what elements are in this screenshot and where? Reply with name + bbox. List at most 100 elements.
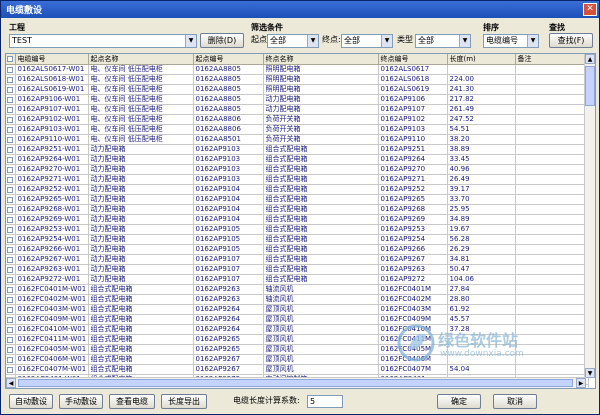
table-cell[interactable]: 动力配电箱	[88, 184, 194, 195]
table-row[interactable]: 0162AP9110-W01 电、仪车间 低压配电柜 0162AA8501 负荷开关箱…	[6, 134, 589, 145]
table-cell[interactable]: 轴流风机	[263, 294, 379, 305]
table-cell[interactable]: 0162AA8501	[193, 134, 264, 145]
table-cell[interactable]: 组合式配电箱	[88, 294, 194, 305]
close-icon[interactable]: ✕	[583, 3, 597, 16]
row-checkbox[interactable]	[6, 174, 16, 185]
table-cell[interactable]: 0162AP9265	[193, 344, 264, 355]
row-checkbox[interactable]	[6, 214, 16, 225]
table-cell[interactable]	[447, 64, 516, 75]
row-checkbox[interactable]	[6, 144, 16, 155]
table-cell[interactable]	[515, 224, 586, 235]
table-cell[interactable]: 0162AP9252	[378, 184, 448, 195]
column-header[interactable]: 长度(m)	[447, 54, 516, 65]
row-checkbox[interactable]	[6, 274, 16, 285]
table-cell[interactable]: 屋顶风机	[263, 314, 379, 325]
table-cell[interactable]: 0162AP9266-W01	[15, 244, 89, 255]
table-cell[interactable]: 104.06	[447, 274, 516, 285]
table-cell[interactable]: 组合式配电箱	[88, 304, 194, 315]
table-cell[interactable]: 0162AP9269	[378, 214, 448, 225]
table-cell[interactable]: 0162AP9270	[378, 164, 448, 175]
table-cell[interactable]: 0162AP9107	[193, 264, 264, 275]
row-checkbox[interactable]	[6, 334, 16, 345]
row-checkbox[interactable]	[6, 314, 16, 325]
table-cell[interactable]: 组合式配电箱	[88, 284, 194, 295]
table-cell[interactable]	[515, 214, 586, 225]
table-row[interactable]: 0162AP9269-W01 动力配电箱 0162AP9104 组合式配电箱 0162A…	[6, 214, 589, 225]
table-cell[interactable]	[515, 234, 586, 245]
table-cell[interactable]	[515, 274, 586, 285]
table-cell[interactable]: 50.47	[447, 264, 516, 275]
table-cell[interactable]	[515, 264, 586, 275]
table-cell[interactable]: 组合式配电箱	[263, 234, 379, 245]
table-cell[interactable]: 动力配电箱	[88, 254, 194, 265]
table-row[interactable]: 0162AP9103-W01 电、仪车间 低压配电柜 0162AA8806 负荷开关箱…	[6, 124, 589, 135]
row-checkbox[interactable]	[6, 344, 16, 355]
table-cell[interactable]: 0162AP9104	[193, 204, 264, 215]
table-cell[interactable]: 组合式配电箱	[263, 274, 379, 285]
row-checkbox[interactable]	[6, 74, 16, 85]
row-checkbox[interactable]	[6, 184, 16, 195]
table-cell[interactable]: 屋顶风机	[263, 324, 379, 335]
table-cell[interactable]: 0162AP9103	[378, 124, 448, 135]
row-checkbox[interactable]	[6, 134, 16, 145]
table-cell[interactable]: 动力配电箱	[88, 234, 194, 245]
row-checkbox[interactable]	[6, 204, 16, 215]
table-row[interactable]: 0162AP9264-W01 动力配电箱 0162AP9103 组合式配电箱 0162A…	[6, 154, 589, 165]
table-cell[interactable]: 27.84	[447, 284, 516, 295]
row-checkbox[interactable]	[6, 224, 16, 235]
table-cell[interactable]: 0162AP9103	[193, 164, 264, 175]
export-length-button[interactable]: 长度导出	[161, 394, 207, 409]
table-cell[interactable]: 0162FC0410M-W01	[15, 324, 89, 335]
table-cell[interactable]: 0162AP9265	[193, 334, 264, 345]
table-cell[interactable]: 34.89	[447, 214, 516, 225]
table-cell[interactable]: 61.92	[447, 304, 516, 315]
row-checkbox[interactable]	[6, 104, 16, 115]
table-row[interactable]: 0162ALS0618-W01 电、仪车间 低压配电柜 0162AA8805 照明配电…	[6, 74, 589, 85]
row-checkbox[interactable]	[6, 114, 16, 125]
column-header[interactable]: 电缆编号	[15, 54, 89, 65]
table-cell[interactable]: 0162FC0405M-W01	[15, 344, 89, 355]
table-cell[interactable]: 0162AP9253-W01	[15, 224, 89, 235]
table-cell[interactable]: 照明配电箱	[263, 84, 379, 95]
row-checkbox[interactable]	[6, 94, 16, 105]
table-cell[interactable]: 0162AP9254	[378, 234, 448, 245]
delete-button[interactable]: 删除(D)	[200, 33, 244, 48]
table-cell[interactable]: 0162AP9268-W01	[15, 204, 89, 215]
table-row[interactable]: 0162AP9252-W01 动力配电箱 0162AP9104 组合式配电箱 0162A…	[6, 184, 589, 195]
table-cell[interactable]: 0162AP9268	[378, 204, 448, 215]
table-cell[interactable]: 0162AP9104	[193, 194, 264, 205]
table-cell[interactable]	[515, 84, 586, 95]
table-cell[interactable]: 0162FC0411M-W01	[15, 334, 89, 345]
table-cell[interactable]: 电、仪车间 低压配电柜	[88, 64, 194, 75]
table-cell[interactable]: 0162AP9254-W01	[15, 234, 89, 245]
table-cell[interactable]: 组合式配电箱	[263, 144, 379, 155]
table-cell[interactable]	[515, 284, 586, 295]
auto-lay-button[interactable]: 自动敷设	[9, 394, 53, 409]
table-cell[interactable]: 0162AP9253	[378, 224, 448, 235]
table-cell[interactable]: 0162AP9104	[193, 184, 264, 195]
table-cell[interactable]: 26.29	[447, 244, 516, 255]
table-cell[interactable]: 56.28	[447, 234, 516, 245]
table-cell[interactable]	[515, 294, 586, 305]
row-checkbox[interactable]	[6, 194, 16, 205]
table-cell[interactable]	[515, 254, 586, 265]
row-checkbox[interactable]	[6, 244, 16, 255]
table-cell[interactable]: 组合式配电箱	[263, 264, 379, 275]
table-cell[interactable]: 动力配电箱	[88, 164, 194, 175]
table-cell[interactable]: 组合式配电箱	[263, 204, 379, 215]
table-row[interactable]: 0162ALS0617-W01 电、仪车间 低压配电柜 0162AA8805 照明配电…	[6, 64, 589, 75]
start-select[interactable]: 全部 ▼	[267, 34, 319, 48]
row-checkbox[interactable]	[6, 284, 16, 295]
table-row[interactable]: 0162AP9268-W01 动力配电箱 0162AP9104 组合式配电箱 0162A…	[6, 204, 589, 215]
table-cell[interactable]: 组合式配电箱	[88, 364, 194, 375]
table-cell[interactable]: 0162ALS0619-W01	[15, 84, 89, 95]
table-cell[interactable]: 247.52	[447, 114, 516, 125]
coefficient-input[interactable]: 5	[307, 395, 343, 408]
table-cell[interactable]: 0162AA8806	[193, 124, 264, 135]
table-cell[interactable]: 0162AP9267-W01	[15, 254, 89, 265]
table-cell[interactable]: 0162AP9272-W01	[15, 274, 89, 285]
table-cell[interactable]: 0162AP9106-W01	[15, 94, 89, 105]
table-cell[interactable]: 0162AP9106	[378, 94, 448, 105]
table-cell[interactable]: 0162AP9110	[378, 134, 448, 145]
table-cell[interactable]	[515, 144, 586, 155]
